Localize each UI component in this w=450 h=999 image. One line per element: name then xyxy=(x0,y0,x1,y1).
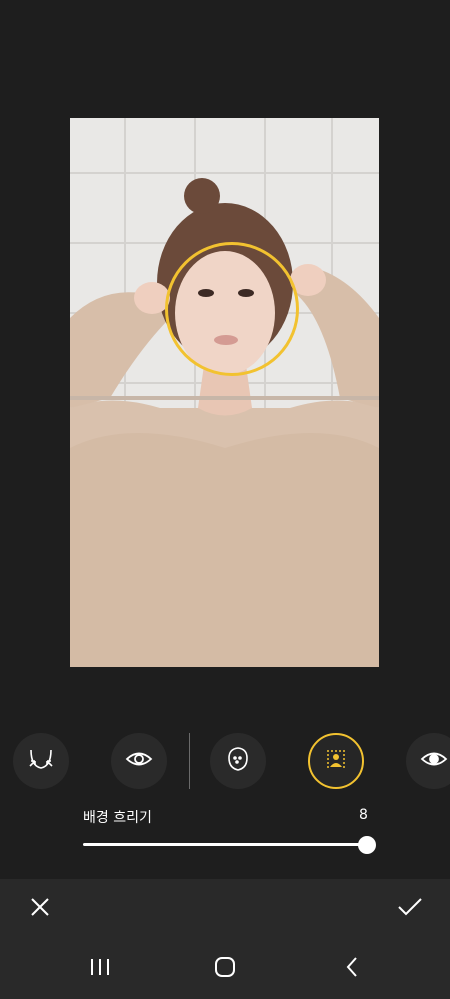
tool-divider xyxy=(189,733,190,789)
back-icon xyxy=(345,956,359,982)
background-blur-icon xyxy=(325,748,347,774)
tool-face-smooth[interactable] xyxy=(210,733,266,789)
tool-eye-enlarge[interactable] xyxy=(111,733,167,789)
eye-icon xyxy=(125,750,153,772)
tool-slim-face[interactable] xyxy=(13,733,69,789)
portrait-photo[interactable] xyxy=(70,118,379,667)
home-icon xyxy=(214,956,236,982)
face-spots-icon xyxy=(227,746,249,776)
recents-icon xyxy=(89,957,111,981)
home-button[interactable] xyxy=(209,953,241,985)
blur-slider-track[interactable] xyxy=(83,843,367,846)
jaw-slim-icon xyxy=(27,746,55,776)
system-navigation-bar xyxy=(0,939,450,999)
confirm-button[interactable] xyxy=(394,893,426,925)
blur-value: 8 xyxy=(359,807,368,823)
eye-icon xyxy=(420,750,448,772)
close-icon xyxy=(30,897,50,921)
blur-label: 배경 흐리기 xyxy=(83,810,152,826)
action-bar xyxy=(0,879,450,939)
check-icon xyxy=(397,897,423,921)
blur-slider-thumb[interactable] xyxy=(358,836,376,854)
back-button[interactable] xyxy=(336,953,368,985)
cancel-button[interactable] xyxy=(24,893,56,925)
face-detection-ring[interactable] xyxy=(165,242,299,376)
tool-background-blur[interactable] xyxy=(308,733,364,789)
recents-button[interactable] xyxy=(84,955,116,983)
photo-canvas[interactable] xyxy=(0,0,450,715)
tool-eye-enlarge-2[interactable] xyxy=(406,733,450,789)
